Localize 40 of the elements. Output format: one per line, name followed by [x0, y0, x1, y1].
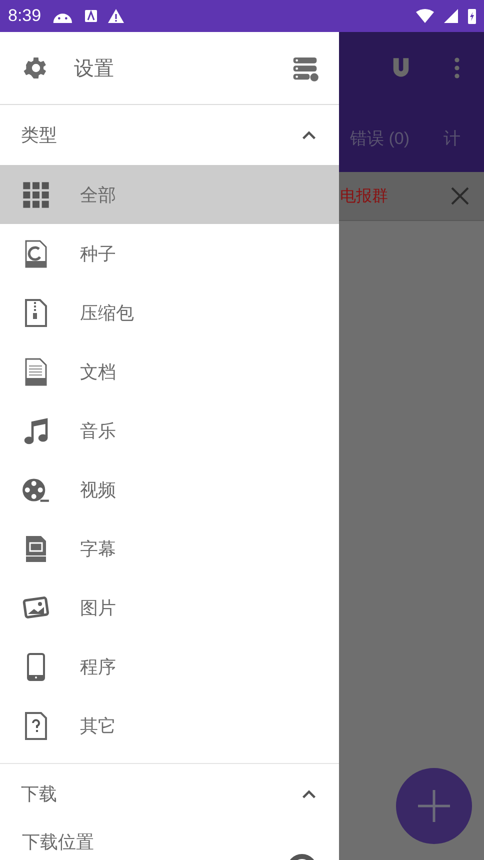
banner-text: 电报群 [340, 186, 389, 206]
film-reel-icon [22, 476, 50, 504]
unknown-file-icon [22, 712, 50, 740]
grid-icon [22, 180, 50, 208]
section-title: 类型 [21, 124, 57, 147]
drawer-item-label: 视频 [80, 478, 116, 502]
drawer-item-label: 其它 [80, 714, 116, 738]
add-button[interactable] [396, 768, 472, 844]
signal-icon [444, 9, 458, 23]
drawer-item[interactable]: 其它 [0, 696, 339, 755]
drawer-item[interactable]: 全部 [0, 165, 339, 224]
settings-title[interactable]: 设置 [74, 54, 114, 82]
battery-icon [468, 8, 476, 24]
drawer-item[interactable]: 文档 [0, 342, 339, 401]
drawer-item[interactable]: 字幕 [0, 519, 339, 578]
wifi-icon [416, 9, 434, 23]
chevron-up-icon[interactable] [301, 788, 317, 800]
drawer-item[interactable]: 压缩包 [0, 283, 339, 342]
more-icon[interactable] [454, 57, 460, 79]
drawer-item-label: 全部 [80, 184, 116, 206]
drawer-item-label: 压缩包 [80, 302, 134, 324]
drawer-item-label: 音乐 [80, 420, 116, 442]
zip-file-icon [22, 298, 50, 326]
drawer-item[interactable]: 下载位置 [0, 824, 339, 860]
status-time: 8:39 [8, 6, 42, 26]
drawer-item[interactable]: 程序 [0, 637, 339, 696]
drawer-item[interactable]: 种子 [0, 224, 339, 283]
drawer-item-label: 文档 [80, 360, 116, 384]
drawer-item-label: 字幕 [80, 538, 116, 560]
drawer-item-label: 种子 [80, 242, 116, 266]
drawer-item-label: 下载位置 [22, 832, 94, 854]
drawer-item-label: 图片 [80, 596, 116, 620]
chevron-up-icon[interactable] [301, 129, 317, 141]
drawer-item-label: 程序 [80, 656, 116, 678]
drawer-item[interactable]: 图片 [0, 578, 339, 637]
music-note-icon [22, 416, 50, 444]
drawer-item[interactable]: 音乐 [0, 401, 339, 460]
drawer-item[interactable]: 视频 [0, 460, 339, 519]
warning-icon [108, 9, 124, 23]
section-title: 下载 [21, 783, 57, 806]
